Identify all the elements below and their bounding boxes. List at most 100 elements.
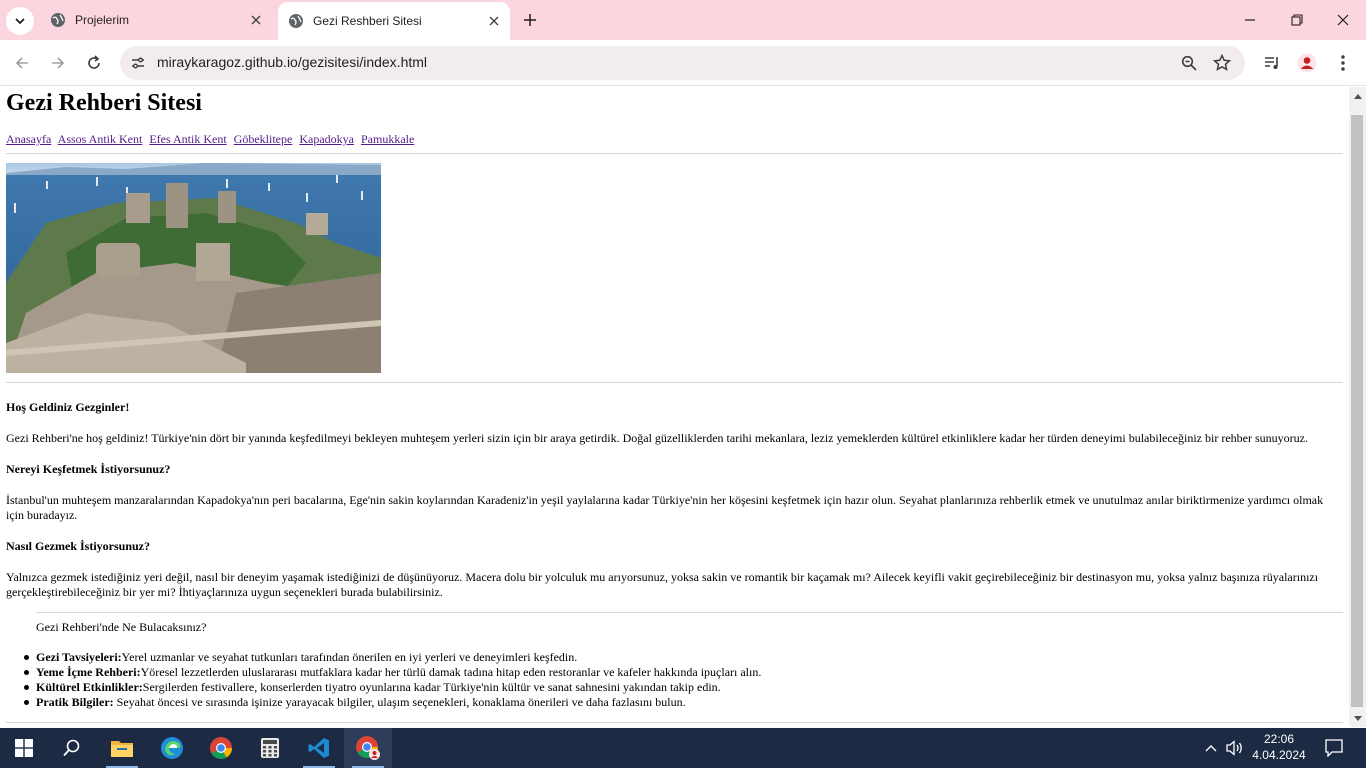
clock-date: 4.04.2024 xyxy=(1252,748,1306,762)
restore-button[interactable] xyxy=(1287,10,1307,30)
calculator-icon xyxy=(261,738,279,758)
feature-text: Seyahat öncesi ve sırasında işinize yara… xyxy=(113,695,686,709)
tab-projelerim[interactable]: Projelerim xyxy=(40,0,272,40)
new-tab-button[interactable] xyxy=(520,10,540,30)
page-viewport: Gezi Rehberi Sitesi Anasayfa Assos Antik… xyxy=(0,87,1349,727)
how-title: Nasıl Gezmek İstiyorsunuz? xyxy=(6,539,150,553)
scrollbar-thumb[interactable] xyxy=(1351,115,1363,707)
globe-icon xyxy=(289,14,303,28)
forward-button[interactable] xyxy=(47,52,69,74)
taskbar-vscode[interactable] xyxy=(295,728,343,768)
zoom-icon xyxy=(1181,55,1197,71)
list-item: Pratik Bilgiler: Seyahat öncesi ve sıras… xyxy=(23,695,761,710)
explore-title: Nereyi Keşfetmek İstiyorsunuz? xyxy=(6,462,171,476)
tab-search-button[interactable] xyxy=(6,7,34,35)
chevron-down-icon xyxy=(1353,715,1362,721)
url-text[interactable]: miraykaragoz.github.io/gezisitesi/index.… xyxy=(157,54,427,70)
vscode-icon xyxy=(308,738,329,758)
tab-close-button[interactable] xyxy=(486,13,502,29)
nav-link-efes[interactable]: Efes Antik Kent xyxy=(149,132,226,146)
features-list: Gezi Tavsiyeleri:Yerel uzmanlar ve seyah… xyxy=(23,650,762,710)
chevron-up-icon xyxy=(1205,745,1217,752)
chevron-up-icon xyxy=(1353,93,1362,99)
clock-time: 22:06 xyxy=(1263,732,1295,746)
taskbar-chrome-profile[interactable] xyxy=(344,728,392,768)
taskbar-search-button[interactable] xyxy=(48,728,96,768)
restore-icon xyxy=(1291,14,1303,26)
nav-link-anasayfa[interactable]: Anasayfa xyxy=(6,132,51,146)
address-bar[interactable]: miraykaragoz.github.io/gezisitesi/index.… xyxy=(120,46,1245,80)
find-title: Gezi Rehberi'nde Ne Bulacaksınız? xyxy=(36,620,207,634)
how-paragraph: Yalnızca gezmek istediğiniz yeri değil, … xyxy=(6,570,1319,599)
windows-icon xyxy=(15,739,33,757)
edge-icon xyxy=(161,737,183,759)
taskbar-calculator[interactable] xyxy=(246,728,294,768)
close-icon xyxy=(1337,14,1349,26)
divider xyxy=(6,153,1343,154)
list-item: Gezi Tavsiyeleri:Yerel uzmanlar ve seyah… xyxy=(23,650,761,665)
tab-gezi-rehberi[interactable]: Gezi Reshberi Sitesi xyxy=(278,2,510,40)
media-control-button[interactable] xyxy=(1261,52,1283,74)
taskbar-file-explorer[interactable] xyxy=(98,728,146,768)
taskbar-edge[interactable] xyxy=(148,728,196,768)
tab-title: Gezi Reshberi Sitesi xyxy=(313,14,422,28)
taskbar-clock[interactable]: 22:06 4.04.2024 xyxy=(1248,731,1310,763)
divider xyxy=(36,612,1343,613)
profile-button[interactable] xyxy=(1296,52,1318,74)
list-item: Kültürel Etkinlikler:Sergilerden festiva… xyxy=(23,680,761,695)
site-info-icon xyxy=(132,57,144,69)
site-nav: Anasayfa Assos Antik Kent Efes Antik Ken… xyxy=(6,132,418,147)
divider xyxy=(6,382,1343,383)
close-icon xyxy=(251,15,261,25)
welcome-title: Hoş Geldiniz Gezginler! xyxy=(6,400,130,414)
close-window-button[interactable] xyxy=(1333,10,1353,30)
show-hidden-icons-button[interactable] xyxy=(1200,728,1222,768)
file-explorer-icon xyxy=(111,741,133,757)
media-icon xyxy=(1265,57,1278,69)
list-item: Yeme İçme Rehberi:Yöresel lezzetlerden u… xyxy=(23,665,762,680)
site-info-button[interactable] xyxy=(128,53,148,73)
feature-label: Kültürel Etkinlikler: xyxy=(36,680,143,694)
hero-image-castle xyxy=(6,163,381,373)
start-button[interactable] xyxy=(0,728,48,768)
globe-icon xyxy=(51,13,65,27)
volume-button[interactable] xyxy=(1224,728,1246,768)
feature-label: Gezi Tavsiyeleri: xyxy=(36,650,122,664)
feature-text: Sergilerden festivallere, konserlerden t… xyxy=(142,680,721,694)
tab-title: Projelerim xyxy=(75,13,130,27)
nav-link-assos[interactable]: Assos Antik Kent xyxy=(58,132,143,146)
nav-link-kapadokya[interactable]: Kapadokya xyxy=(299,132,354,146)
profile-icon xyxy=(1297,53,1317,73)
scroll-down-button[interactable] xyxy=(1349,710,1366,727)
tab-close-button[interactable] xyxy=(248,12,264,28)
feature-text: Yöresel lezzetlerden uluslararası mutfak… xyxy=(140,665,762,679)
search-icon xyxy=(63,739,80,757)
taskbar-chrome[interactable] xyxy=(197,728,245,768)
nav-link-gobeklitepe[interactable]: Göbeklitepe xyxy=(234,132,293,146)
browser-toolbar: miraykaragoz.github.io/gezisitesi/index.… xyxy=(0,40,1366,86)
browser-menu-button[interactable] xyxy=(1332,52,1354,74)
page-title: Gezi Rehberi Sitesi xyxy=(6,90,202,116)
windows-taskbar: 22:06 4.04.2024 xyxy=(0,728,1366,768)
forward-icon xyxy=(52,57,65,69)
feature-label: Pratik Bilgiler: xyxy=(36,695,114,709)
nav-link-pamukkale[interactable]: Pamukkale xyxy=(361,132,414,146)
page-scrollbar[interactable] xyxy=(1349,87,1366,727)
plus-icon xyxy=(524,14,536,26)
back-button[interactable] xyxy=(11,52,33,74)
feature-text: Yerel uzmanlar ve seyahat tutkunları tar… xyxy=(121,650,578,664)
tab-search-icon xyxy=(15,18,25,25)
back-icon xyxy=(15,57,28,69)
notification-center-button[interactable] xyxy=(1320,728,1348,768)
reload-icon xyxy=(88,55,100,69)
speaker-icon xyxy=(1226,740,1242,756)
reload-button[interactable] xyxy=(83,52,105,74)
minimize-icon xyxy=(1245,19,1255,21)
zoom-button[interactable] xyxy=(1179,53,1199,73)
feature-label: Yeme İçme Rehberi: xyxy=(36,665,141,679)
bookmark-button[interactable] xyxy=(1212,53,1232,73)
close-icon xyxy=(489,16,499,26)
minimize-button[interactable] xyxy=(1240,10,1260,30)
menu-icon xyxy=(1341,55,1345,71)
scroll-up-button[interactable] xyxy=(1349,87,1366,104)
